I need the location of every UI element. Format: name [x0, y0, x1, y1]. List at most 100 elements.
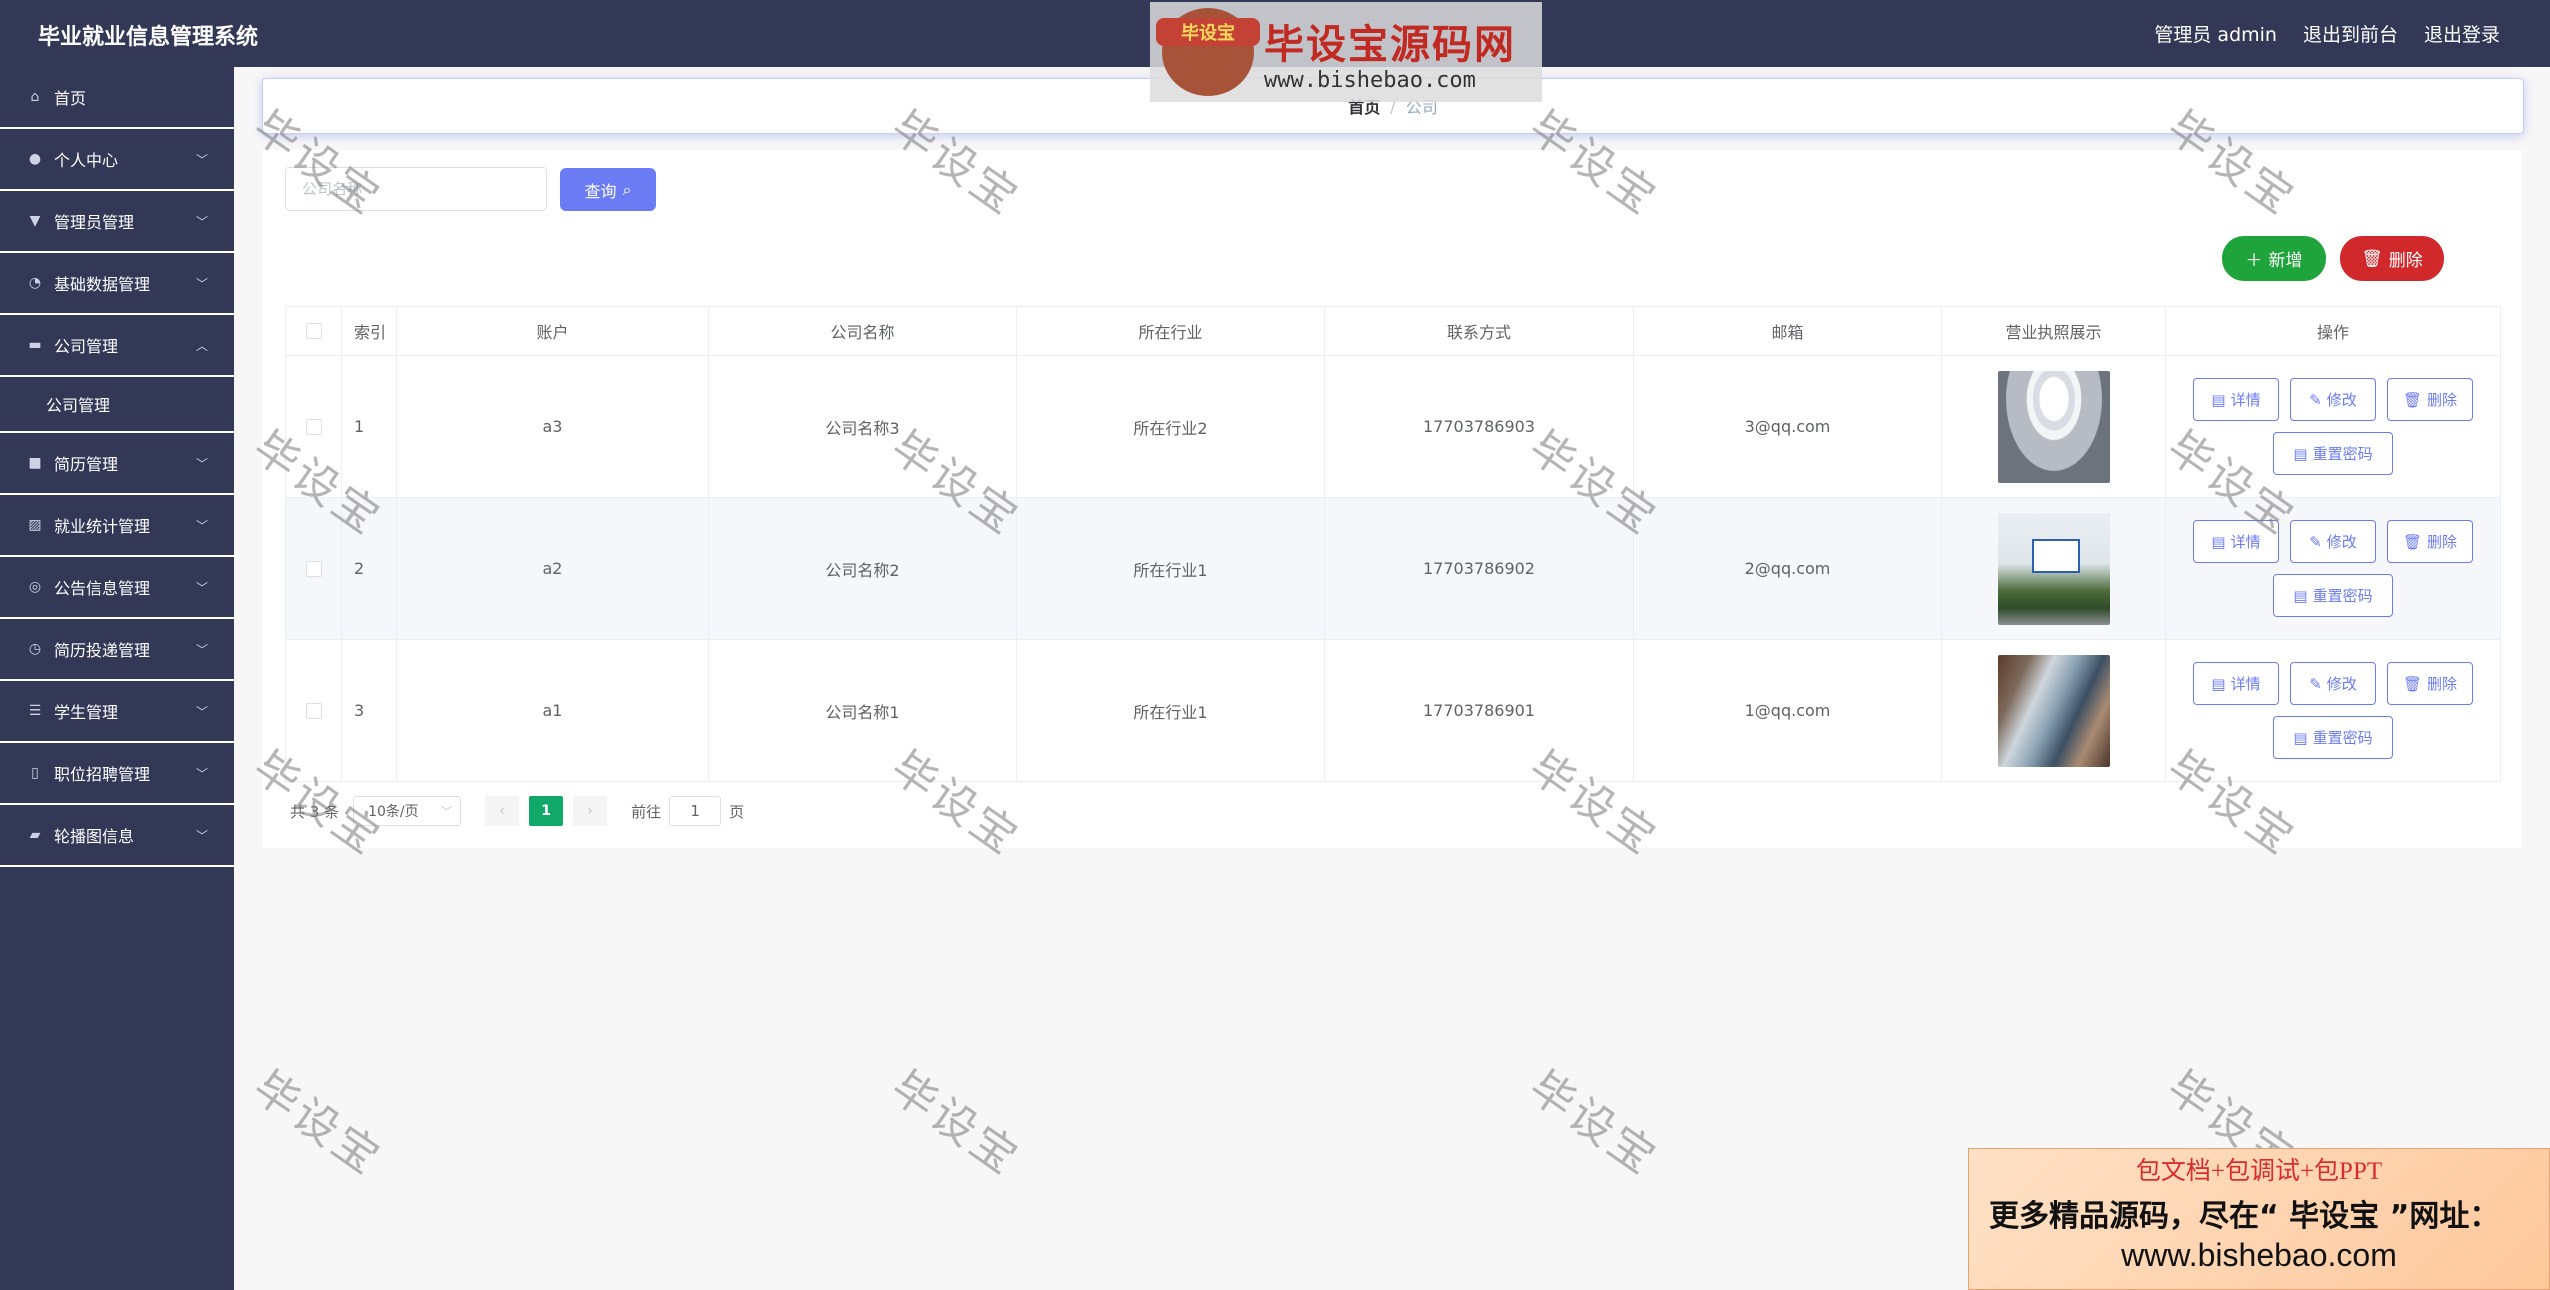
sidebar-subitem-label: 公司管理 [46, 396, 111, 415]
trash-icon: 🗑 [2402, 532, 2423, 551]
document-icon: ▤ [2211, 390, 2226, 409]
chevron-down-icon: ﹀ [195, 581, 208, 595]
detail-button[interactable]: ▤ 详情 [2193, 378, 2279, 421]
sidebar-item-company[interactable]: ▬ 公司管理 ︿ [0, 315, 234, 377]
add-button-label: 新增 [2268, 251, 2303, 271]
detail-button[interactable]: ▤ 详情 [2193, 662, 2279, 705]
sidebar-item-resume[interactable]: ■ 简历管理 ﹀ [0, 433, 234, 495]
add-button[interactable]: ＋ 新增 [2222, 236, 2326, 281]
edit-icon: ✎ [2309, 532, 2322, 551]
user-icon: ● [28, 151, 42, 167]
sidebar-item-label: 简历投递管理 [54, 641, 151, 660]
detail-button[interactable]: ▤ 详情 [2193, 520, 2279, 563]
cell-actions: ▤ 详情 ✎ 修改 🗑 删除 ▤ 重置密码 [2166, 640, 2501, 781]
edit-button[interactable]: ✎ 修改 [2290, 378, 2376, 421]
delete-button[interactable]: 🗑 删除 [2387, 520, 2473, 563]
cell-company-name: 公司名称2 [709, 498, 1017, 639]
delete-label: 删除 [2427, 391, 2458, 409]
row-checkbox[interactable] [305, 560, 322, 577]
header-select-all[interactable] [285, 307, 342, 355]
delete-button[interactable]: 🗑 删除 [2387, 662, 2473, 705]
header-index: 索引 [342, 307, 397, 355]
sidebar-item-resume-delivery[interactable]: ◷ 简历投递管理 ﹀ [0, 619, 234, 681]
reset-password-button[interactable]: ▤ 重置密码 [2273, 574, 2393, 617]
trash-icon: 🗑 [2402, 390, 2423, 409]
detail-label: 详情 [2230, 675, 2261, 693]
sidebar-item-job-recruit[interactable]: ▯ 职位招聘管理 ﹀ [0, 743, 234, 805]
detail-label: 详情 [2230, 533, 2261, 551]
watermark-stamp: 毕设宝 [1519, 1061, 1668, 1186]
next-page-button[interactable]: › [573, 796, 608, 826]
header-account: 账户 [397, 307, 709, 355]
reset-password-button[interactable]: ▤ 重置密码 [2273, 716, 2393, 759]
select-all-checkbox[interactable] [305, 323, 322, 339]
cell-license [1942, 356, 2166, 497]
bulb-icon: ◎ [28, 579, 42, 595]
row-select-cell[interactable] [285, 498, 342, 639]
sidebar-item-basic-data[interactable]: ◔ 基础数据管理 ﹀ [0, 253, 234, 315]
chart-icon: ▨ [28, 517, 42, 533]
sidebar-subitem-company-manage[interactable]: 公司管理 [0, 377, 234, 433]
license-image[interactable] [1997, 512, 2110, 625]
row-checkbox[interactable] [305, 702, 322, 719]
chevron-down-icon: ﹀ [195, 153, 208, 167]
cell-industry: 所在行业1 [1017, 640, 1325, 781]
sidebar-item-employment-stats[interactable]: ▨ 就业统计管理 ﹀ [0, 495, 234, 557]
chevron-down-icon: ﹀ [195, 215, 208, 229]
trash-icon: 🗑 [2361, 248, 2383, 269]
watermark-url: www.bishebao.com [1264, 67, 1476, 93]
watermark-stamp: 毕设宝 [881, 1061, 1030, 1186]
logo-sign [2031, 538, 2080, 573]
exit-to-front-link[interactable]: 退出到前台 [2303, 20, 2398, 47]
promo-banner: 包文档+包调试+包PPT 更多精品源码，尽在“ 毕设宝 ”网址： www.bis… [1968, 1148, 2550, 1290]
cell-company-name: 公司名称1 [709, 640, 1017, 781]
pagination: 共 3 条 10条/页 ﹀ ‹ 1 › 前往 1 页 [290, 796, 744, 826]
license-image[interactable] [1997, 654, 2110, 767]
cell-license [1942, 498, 2166, 639]
document-icon: ▤ [2293, 586, 2308, 605]
sidebar-item-student[interactable]: ☰ 学生管理 ﹀ [0, 681, 234, 743]
reset-password-button[interactable]: ▤ 重置密码 [2273, 432, 2393, 475]
sidebar-item-home[interactable]: ⌂ 首页 [0, 67, 234, 129]
sidebar-item-label: 管理员管理 [54, 213, 135, 232]
reset-label: 重置密码 [2312, 445, 2373, 463]
logout-link[interactable]: 退出登录 [2424, 20, 2500, 47]
row-select-cell[interactable] [285, 356, 342, 497]
chevron-down-icon: ﹀ [195, 277, 208, 291]
edit-button[interactable]: ✎ 修改 [2290, 662, 2376, 705]
company-table: 索引 账户 公司名称 所在行业 联系方式 邮箱 营业执照展示 操作 1 a3 公… [285, 306, 2501, 782]
batch-delete-button[interactable]: 🗑 删除 [2340, 236, 2444, 281]
row-select-cell[interactable] [285, 640, 342, 781]
cell-actions: ▤ 详情 ✎ 修改 🗑 删除 ▤ 重置密码 [2166, 498, 2501, 639]
company-name-search-input[interactable] [285, 167, 547, 211]
sidebar-item-label: 公司管理 [54, 337, 119, 356]
document-icon: ▤ [2293, 728, 2308, 747]
header-actions: 管理员 admin 退出到前台 退出登录 [2154, 20, 2500, 47]
trash-icon: 🗑 [2402, 674, 2423, 693]
query-button[interactable]: 查询 ⌕ [560, 168, 656, 211]
goto-page-input[interactable]: 1 [669, 796, 722, 826]
cell-license [1942, 640, 2166, 781]
row-checkbox[interactable] [305, 418, 322, 435]
sidebar-item-label: 简历管理 [54, 455, 119, 474]
sidebar-item-announcement[interactable]: ◎ 公告信息管理 ﹀ [0, 557, 234, 619]
admin-icon: ▼ [29, 213, 41, 229]
page-number-current[interactable]: 1 [529, 796, 564, 826]
delete-button[interactable]: 🗑 删除 [2387, 378, 2473, 421]
sidebar-item-profile[interactable]: ● 个人中心 ﹀ [0, 129, 234, 191]
chevron-down-icon: ﹀ [195, 829, 208, 843]
page-size-select[interactable]: 10条/页 ﹀ [353, 796, 462, 826]
table-header-row: 索引 账户 公司名称 所在行业 联系方式 邮箱 营业执照展示 操作 [285, 306, 2501, 356]
prev-page-button[interactable]: ‹ [485, 796, 520, 826]
edit-button[interactable]: ✎ 修改 [2290, 520, 2376, 563]
sidebar-item-admin[interactable]: ▼ 管理员管理 ﹀ [0, 191, 234, 253]
header-industry: 所在行业 [1017, 307, 1325, 355]
sidebar-item-label: 就业统计管理 [54, 517, 151, 536]
cell-email: 1@qq.com [1634, 640, 1942, 781]
license-image[interactable] [1997, 370, 2110, 483]
sidebar-item-carousel[interactable]: ▰ 轮播图信息 ﹀ [0, 805, 234, 867]
cell-account: a3 [397, 356, 709, 497]
edit-icon: ✎ [2309, 674, 2322, 693]
app-title: 毕业就业信息管理系统 [38, 25, 259, 50]
cell-phone: 17703786903 [1325, 356, 1634, 497]
